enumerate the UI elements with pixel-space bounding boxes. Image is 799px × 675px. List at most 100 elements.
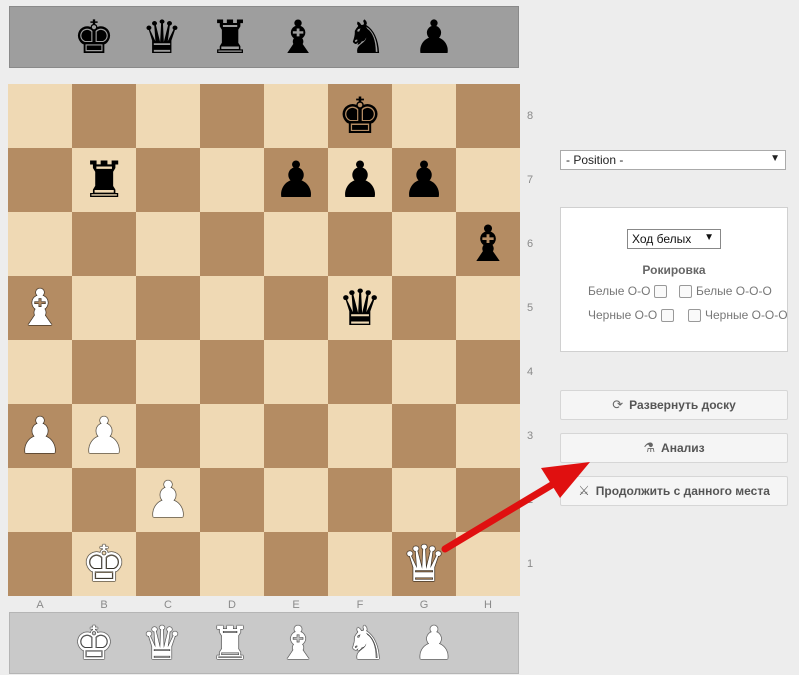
square-c3[interactable] (136, 404, 200, 468)
white-short-castle-checkbox[interactable] (654, 284, 668, 298)
black-pawn-icon[interactable]: ♟ (338, 155, 383, 205)
white-knight-icon[interactable]: ♞ (339, 620, 393, 666)
square-e3[interactable] (264, 404, 328, 468)
black-pawn-icon[interactable]: ♟ (407, 14, 461, 60)
square-h2[interactable] (456, 468, 520, 532)
square-d3[interactable] (200, 404, 264, 468)
square-b7[interactable]: ♜ (72, 148, 136, 212)
white-pawn-icon[interactable]: ♟ (18, 411, 63, 461)
square-h3[interactable] (456, 404, 520, 468)
black-knight-icon[interactable]: ♞ (339, 14, 393, 60)
square-b5[interactable] (72, 276, 136, 340)
square-h8[interactable] (456, 84, 520, 148)
square-h7[interactable] (456, 148, 520, 212)
white-queen-icon[interactable]: ♛ (135, 620, 189, 666)
square-d2[interactable] (200, 468, 264, 532)
white-rook-icon[interactable]: ♜ (203, 620, 257, 666)
white-pawn-icon[interactable]: ♟ (146, 475, 191, 525)
square-e7[interactable]: ♟ (264, 148, 328, 212)
continue-from-position-button[interactable]: ⚔ Продолжить с данного места (560, 476, 788, 506)
black-long-castle-checkbox[interactable] (688, 308, 701, 322)
square-b4[interactable] (72, 340, 136, 404)
square-f1[interactable] (328, 532, 392, 596)
square-d6[interactable] (200, 212, 264, 276)
black-king-icon[interactable]: ♚ (67, 14, 121, 60)
square-b3[interactable]: ♟ (72, 404, 136, 468)
square-d5[interactable] (200, 276, 264, 340)
square-e6[interactable] (264, 212, 328, 276)
position-select[interactable]: - Position - ▼ (560, 150, 786, 170)
square-g4[interactable] (392, 340, 456, 404)
square-a1[interactable] (8, 532, 72, 596)
square-b6[interactable] (72, 212, 136, 276)
black-pawn-icon[interactable]: ♟ (402, 155, 447, 205)
white-bishop-icon[interactable]: ♝ (271, 620, 325, 666)
square-b2[interactable] (72, 468, 136, 532)
square-a3[interactable]: ♟ (8, 404, 72, 468)
square-g8[interactable] (392, 84, 456, 148)
square-h4[interactable] (456, 340, 520, 404)
side-to-move-select[interactable]: Ход белых ▼ (627, 229, 721, 249)
square-b8[interactable] (72, 84, 136, 148)
square-c1[interactable] (136, 532, 200, 596)
black-queen-icon[interactable]: ♛ (338, 283, 383, 333)
square-c8[interactable] (136, 84, 200, 148)
square-c5[interactable] (136, 276, 200, 340)
black-pawn-icon[interactable]: ♟ (274, 155, 319, 205)
white-king-icon[interactable]: ♚ (82, 539, 127, 589)
square-c7[interactable] (136, 148, 200, 212)
square-a7[interactable] (8, 148, 72, 212)
square-a8[interactable] (8, 84, 72, 148)
square-d1[interactable] (200, 532, 264, 596)
square-h1[interactable] (456, 532, 520, 596)
black-bishop-icon[interactable]: ♝ (271, 14, 325, 60)
square-f6[interactable] (328, 212, 392, 276)
square-a4[interactable] (8, 340, 72, 404)
white-bishop-icon[interactable]: ♝ (18, 283, 63, 333)
square-a5[interactable]: ♝ (8, 276, 72, 340)
black-queen-icon[interactable]: ♛ (135, 14, 189, 60)
square-e2[interactable] (264, 468, 328, 532)
file-label: A (36, 599, 44, 611)
flip-board-button[interactable]: ⟳ Развернуть доску (560, 390, 788, 420)
black-king-icon[interactable]: ♚ (338, 91, 383, 141)
square-e4[interactable] (264, 340, 328, 404)
white-long-castle-checkbox[interactable] (679, 284, 692, 298)
square-f2[interactable] (328, 468, 392, 532)
square-g1[interactable]: ♛ (392, 532, 456, 596)
square-c2[interactable]: ♟ (136, 468, 200, 532)
square-e1[interactable] (264, 532, 328, 596)
square-e8[interactable] (264, 84, 328, 148)
white-pawn-icon[interactable]: ♟ (82, 411, 127, 461)
white-king-icon[interactable]: ♚ (67, 620, 121, 666)
black-rook-icon[interactable]: ♜ (203, 14, 257, 60)
square-g5[interactable] (392, 276, 456, 340)
square-g2[interactable] (392, 468, 456, 532)
square-e5[interactable] (264, 276, 328, 340)
black-rook-icon[interactable]: ♜ (82, 155, 127, 205)
square-g7[interactable]: ♟ (392, 148, 456, 212)
square-f7[interactable]: ♟ (328, 148, 392, 212)
square-f3[interactable] (328, 404, 392, 468)
black-short-castle-checkbox[interactable] (661, 308, 675, 322)
analysis-button[interactable]: ⚗ Анализ (560, 433, 788, 463)
white-pawn-icon[interactable]: ♟ (407, 620, 461, 666)
square-f8[interactable]: ♚ (328, 84, 392, 148)
chess-board[interactable]: ♚ ♜ ♟ ♟ ♟ ♝ ♝ ♛ ♟ ♟ ♟ ♚ ♛ (8, 84, 520, 596)
square-g6[interactable] (392, 212, 456, 276)
square-h5[interactable] (456, 276, 520, 340)
square-d8[interactable] (200, 84, 264, 148)
square-a6[interactable] (8, 212, 72, 276)
black-bishop-icon[interactable]: ♝ (466, 219, 511, 269)
square-a2[interactable] (8, 468, 72, 532)
square-h6[interactable]: ♝ (456, 212, 520, 276)
square-f4[interactable] (328, 340, 392, 404)
square-d7[interactable] (200, 148, 264, 212)
square-d4[interactable] (200, 340, 264, 404)
square-g3[interactable] (392, 404, 456, 468)
square-c6[interactable] (136, 212, 200, 276)
square-f5[interactable]: ♛ (328, 276, 392, 340)
white-queen-icon[interactable]: ♛ (402, 539, 447, 589)
square-c4[interactable] (136, 340, 200, 404)
square-b1[interactable]: ♚ (72, 532, 136, 596)
